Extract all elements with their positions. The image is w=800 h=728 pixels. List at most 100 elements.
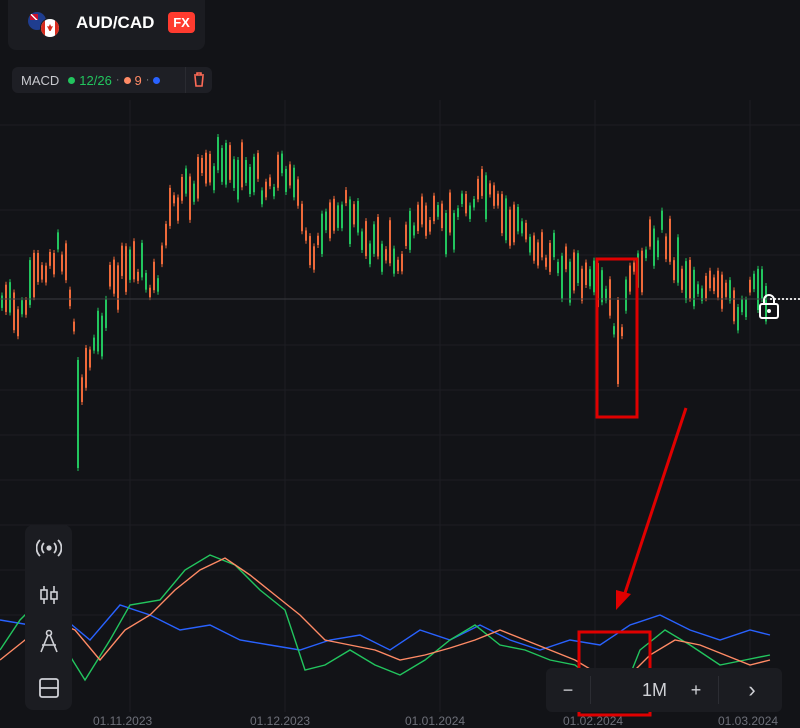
candle-body — [745, 299, 747, 318]
candle-body — [65, 243, 67, 281]
candle-body — [633, 262, 635, 272]
candle-body — [41, 265, 43, 280]
separator: · — [115, 74, 120, 86]
next-button[interactable]: › — [730, 668, 774, 712]
candle-body — [353, 204, 355, 225]
candle-body — [649, 219, 651, 247]
zoom-in-button[interactable]: + — [674, 668, 718, 712]
candle-body — [661, 210, 663, 230]
candle-body — [581, 268, 583, 301]
candle-body — [349, 199, 351, 245]
x-axis-label: 01.01.2024 — [405, 714, 466, 728]
candle-body — [57, 232, 59, 250]
candle-body — [17, 309, 19, 337]
x-axis-label: 01.12.2023 — [250, 714, 311, 728]
candle-body — [89, 349, 91, 368]
candle-body — [741, 298, 743, 313]
candle-body — [561, 255, 563, 300]
symbol-name: AUD/CAD — [76, 13, 155, 32]
candle-body — [273, 186, 275, 197]
candle-body — [265, 181, 267, 198]
currency-flags — [28, 12, 64, 38]
candle-body — [185, 168, 187, 194]
zoom-out-button[interactable]: − — [546, 668, 590, 712]
candle-body — [593, 260, 595, 293]
candle-body — [625, 279, 627, 311]
signal-line — [0, 557, 771, 681]
candle-body — [313, 246, 315, 270]
candle-body — [725, 282, 727, 297]
candle-body — [457, 208, 459, 217]
candle-body — [261, 190, 263, 205]
candle-body — [485, 175, 487, 220]
candle-body — [629, 265, 631, 292]
candle-body — [69, 289, 71, 307]
hist-color-dot — [153, 76, 161, 84]
candle-body — [129, 249, 131, 280]
candle-body — [153, 261, 155, 291]
candle-body — [569, 261, 571, 303]
candle-body — [545, 257, 547, 267]
price-chart[interactable] — [0, 0, 800, 728]
candle-body — [601, 270, 603, 303]
candle-body — [281, 153, 283, 174]
candle-body — [293, 167, 295, 198]
candle-body — [497, 193, 499, 206]
candle-body — [565, 246, 567, 270]
indicator-chip[interactable]: MACD 12/26 · 9 · — [12, 67, 212, 93]
candle-body — [473, 198, 475, 208]
layout-button[interactable] — [25, 665, 72, 710]
candle-body — [257, 153, 259, 179]
candle-body — [401, 253, 403, 272]
symbol-header[interactable]: AUD/CAD FX — [8, 0, 205, 50]
candle-body — [713, 277, 715, 292]
candle-body — [377, 217, 379, 257]
signals-button[interactable] — [25, 525, 72, 570]
candle-body — [285, 168, 287, 192]
x-axis: 01.11.2023 01.12.2023 01.01.2024 01.02.2… — [0, 712, 800, 728]
canada-flag-icon — [40, 18, 60, 38]
candle-body — [753, 273, 755, 290]
candle-body — [693, 269, 695, 307]
chart-toolbar — [25, 525, 72, 710]
remove-indicator-button[interactable] — [185, 67, 212, 93]
candle-body — [441, 203, 443, 229]
chart-type-button[interactable] — [25, 572, 72, 617]
candle-body — [421, 196, 423, 225]
candle-body — [705, 275, 707, 299]
candle-body — [93, 337, 95, 351]
macd-color-dot — [68, 76, 76, 84]
candle-body — [301, 203, 303, 232]
candle-body — [617, 300, 619, 384]
candle-body — [209, 153, 211, 183]
candle-body — [305, 230, 307, 241]
candle-body — [121, 245, 123, 276]
candle-body — [613, 326, 615, 335]
candle-body — [173, 195, 175, 204]
candle-body — [445, 213, 447, 255]
candle-body — [749, 279, 751, 293]
candle-body — [673, 260, 675, 281]
candle-body — [645, 249, 647, 259]
candle-body — [1, 295, 3, 308]
candle-body — [101, 315, 103, 357]
candle-body — [417, 204, 419, 232]
candle-body — [33, 252, 35, 298]
candle-body — [549, 242, 551, 272]
candle-body — [513, 204, 515, 243]
candle-body — [309, 236, 311, 266]
candle-body — [181, 176, 183, 201]
candle-body — [577, 253, 579, 283]
candle-body — [505, 198, 507, 241]
candle-body — [333, 198, 335, 231]
candle-body — [105, 298, 107, 328]
annotation-arrow-line — [622, 407, 688, 597]
candle-body — [73, 321, 75, 332]
candle-body — [189, 176, 191, 220]
candle-body — [53, 253, 55, 275]
drawing-tools-button[interactable] — [25, 618, 72, 663]
candle-body — [109, 264, 111, 287]
candle-body — [237, 159, 239, 200]
candle-body — [685, 261, 687, 301]
candle-body — [409, 210, 411, 250]
